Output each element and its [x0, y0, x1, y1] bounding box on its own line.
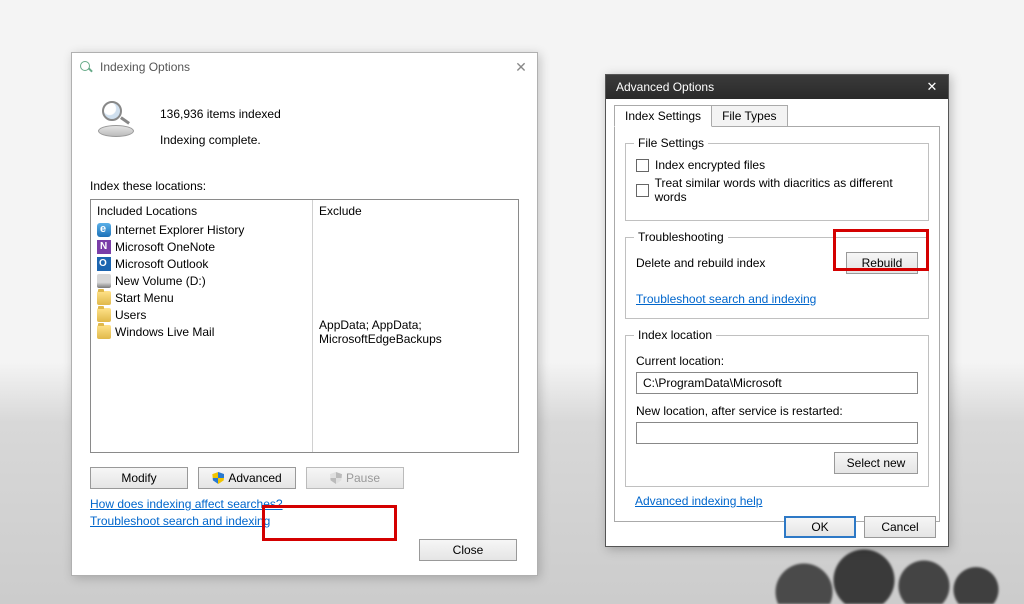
col-header-exclude: Exclude: [319, 204, 512, 218]
checkbox-encrypted-label: Index encrypted files: [655, 158, 765, 172]
list-item: Users: [97, 307, 306, 323]
troubleshooting-group: Troubleshooting Delete and rebuild index…: [625, 237, 929, 319]
ok-button[interactable]: OK: [784, 516, 856, 538]
index-locations-label: Index these locations:: [90, 179, 537, 193]
close-icon[interactable]: ✕: [511, 59, 531, 76]
link-advanced-help[interactable]: Advanced indexing help: [635, 494, 762, 508]
close-icon[interactable]: ✕: [920, 79, 944, 95]
list-item: Windows Live Mail: [97, 324, 306, 340]
rebuild-button[interactable]: Rebuild: [846, 252, 918, 274]
select-new-button[interactable]: Select new: [834, 452, 918, 474]
checkbox-encrypted[interactable]: [636, 159, 649, 172]
items-indexed-count: 136,936 items indexed: [160, 107, 281, 121]
cancel-button[interactable]: Cancel: [864, 516, 936, 538]
col-header-included: Included Locations: [97, 204, 306, 218]
titlebar[interactable]: Advanced Options ✕: [606, 75, 948, 99]
pause-button: Pause: [306, 467, 404, 489]
window-title: Advanced Options: [616, 80, 714, 94]
checkbox-diacritics[interactable]: [636, 184, 649, 197]
list-item: New Volume (D:): [97, 273, 306, 289]
folder-icon: [97, 308, 111, 322]
link-indexing-affect[interactable]: How does indexing affect searches?: [90, 497, 283, 511]
list-item: Internet Explorer History: [97, 222, 306, 238]
list-item: Start Menu: [97, 290, 306, 306]
shield-icon: [212, 472, 224, 484]
indexing-options-window: Indexing Options ✕ 136,936 items indexed…: [71, 52, 538, 576]
list-item: Microsoft Outlook: [97, 256, 306, 272]
tab-pane: File Settings Index encrypted files Trea…: [614, 126, 940, 522]
window-title: Indexing Options: [100, 60, 190, 74]
group-title: File Settings: [634, 136, 708, 150]
close-button[interactable]: Close: [419, 539, 517, 561]
current-location-label: Current location:: [636, 354, 918, 368]
tab-index-settings[interactable]: Index Settings: [614, 105, 712, 127]
search-icon: [78, 59, 94, 75]
tab-file-types[interactable]: File Types: [712, 105, 787, 127]
link-troubleshoot[interactable]: Troubleshoot search and indexing: [636, 292, 816, 306]
folder-icon: [97, 291, 111, 305]
advanced-button[interactable]: Advanced: [198, 467, 296, 489]
group-title: Index location: [634, 328, 716, 342]
group-title: Troubleshooting: [634, 230, 728, 244]
magnifier-over-disk-icon: [94, 101, 142, 137]
drive-icon: [97, 274, 111, 288]
new-location-field[interactable]: [636, 422, 918, 444]
current-location-field[interactable]: C:\ProgramData\Microsoft: [636, 372, 918, 394]
rebuild-label: Delete and rebuild index: [636, 256, 765, 270]
exclude-paths: AppData; AppData; MicrosoftEdgeBackups: [319, 318, 512, 346]
indexed-locations-table[interactable]: Included Locations Internet Explorer His…: [90, 199, 519, 453]
modify-button[interactable]: Modify: [90, 467, 188, 489]
advanced-options-window: Advanced Options ✕ Index Settings File T…: [605, 74, 949, 547]
file-settings-group: File Settings Index encrypted files Trea…: [625, 143, 929, 221]
indexing-status: Indexing complete.: [160, 133, 281, 147]
shield-icon: [330, 472, 342, 484]
onenote-icon: [97, 240, 111, 254]
folder-icon: [97, 325, 111, 339]
checkbox-diacritics-label: Treat similar words with diacritics as d…: [655, 176, 918, 204]
new-location-label: New location, after service is restarted…: [636, 404, 918, 418]
ie-icon: [97, 223, 111, 237]
link-troubleshoot[interactable]: Troubleshoot search and indexing: [90, 514, 270, 528]
outlook-icon: [97, 257, 111, 271]
titlebar[interactable]: Indexing Options ✕: [72, 53, 537, 81]
index-location-group: Index location Current location: C:\Prog…: [625, 335, 929, 487]
list-item: Microsoft OneNote: [97, 239, 306, 255]
